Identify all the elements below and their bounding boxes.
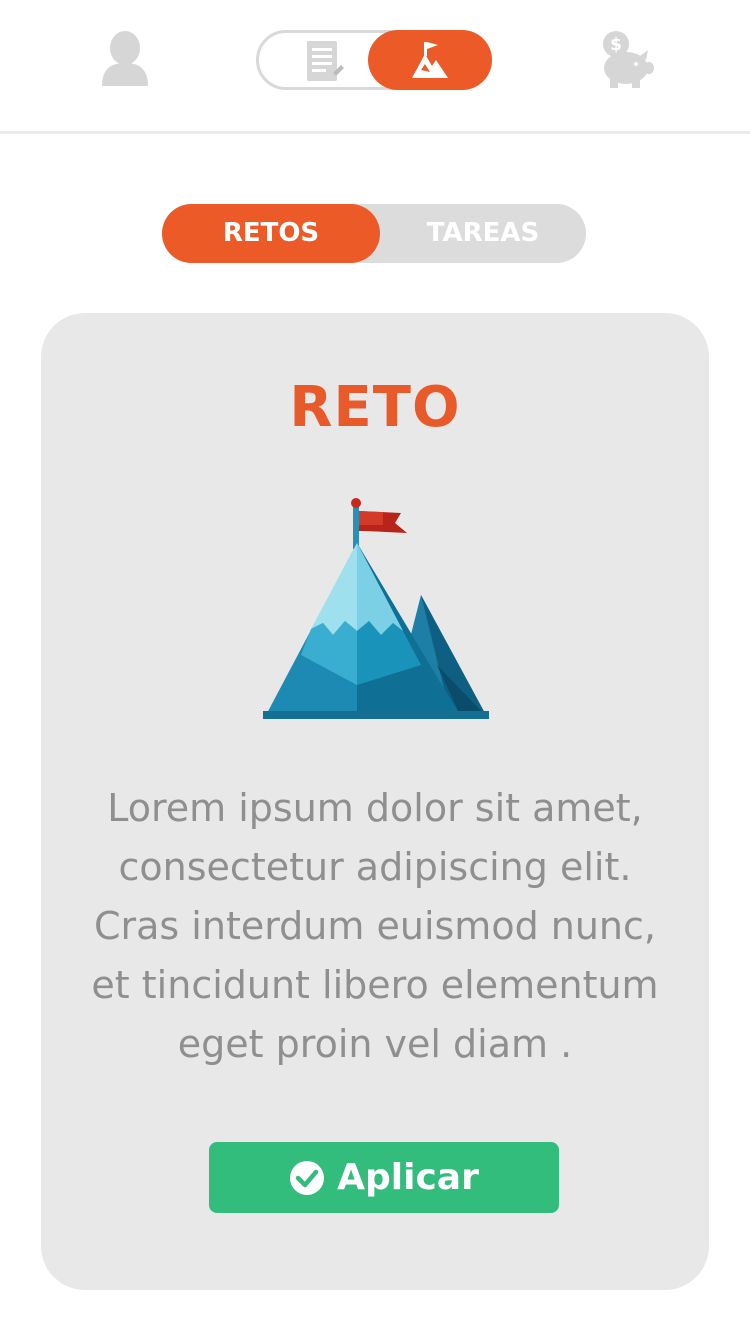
- person-icon: [102, 31, 148, 86]
- savings-nav-button[interactable]: $: [596, 28, 656, 92]
- check-circle-icon: [290, 1160, 325, 1195]
- apply-button-label: Aplicar: [337, 1157, 479, 1198]
- challenge-mode-button[interactable]: [368, 30, 492, 90]
- mode-toggle-switch[interactable]: [256, 30, 492, 90]
- tab-tareas[interactable]: TAREAS: [380, 204, 586, 263]
- top-navigation-bar: $: [0, 0, 750, 134]
- profile-nav-button[interactable]: [96, 28, 154, 92]
- apply-button[interactable]: Aplicar: [209, 1142, 559, 1213]
- svg-text:$: $: [610, 35, 622, 55]
- challenge-card: RETO Lorem ipsum dolor sit amet, consect…: [41, 313, 709, 1290]
- tab-retos[interactable]: RETOS: [162, 204, 380, 263]
- piggy-bank-icon: $: [603, 31, 654, 88]
- document-list-icon: [307, 41, 344, 81]
- mountain-flag-illustration: [263, 498, 489, 719]
- list-mode-button[interactable]: [301, 39, 345, 83]
- card-description: Lorem ipsum dolor sit amet, consectetur …: [91, 786, 659, 1066]
- mountain-flag-icon: [412, 42, 448, 78]
- card-title: RETO: [289, 375, 461, 440]
- retos-tareas-segmented-control: RETOS TAREAS: [162, 204, 586, 263]
